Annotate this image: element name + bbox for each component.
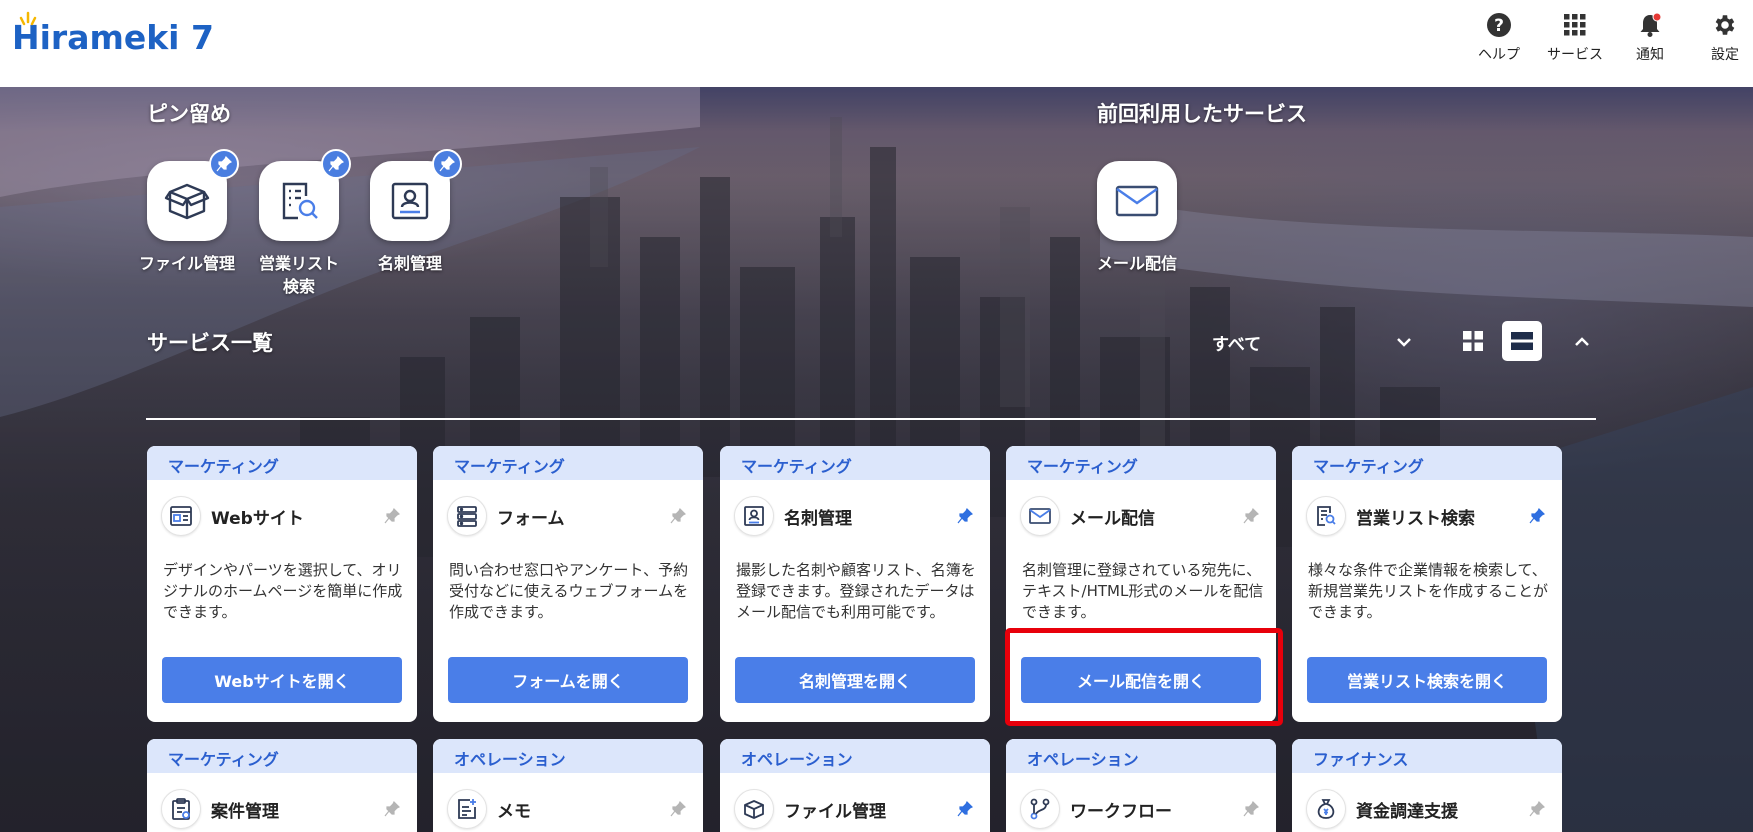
card-category: オペレーション (720, 739, 990, 773)
pinned-file-management[interactable] (147, 149, 239, 241)
card-title: フォーム (497, 508, 565, 529)
help-label: ヘルプ (1478, 47, 1520, 63)
gear-icon (1711, 12, 1739, 38)
list-search-icon (1306, 496, 1346, 536)
service-card: ファイナンス 資金調達支援 (1292, 739, 1562, 832)
pin-icon[interactable] (667, 505, 689, 527)
notifications-button[interactable]: 通知 (1617, 12, 1683, 64)
pinned-sales-list-search[interactable] (259, 149, 351, 241)
open-form-button[interactable]: フォームを開く (448, 657, 688, 703)
box-icon (164, 183, 210, 220)
mail-icon (1020, 496, 1060, 536)
service-card: オペレーション ファイル管理 (720, 739, 990, 832)
service-card: マーケティング 案件管理 (147, 739, 417, 832)
card-title: メール配信 (1070, 508, 1155, 529)
card-category: マーケティング (147, 739, 417, 773)
list-search-icon (282, 182, 318, 220)
card-category: マーケティング (147, 446, 417, 480)
grid-icon (1561, 12, 1589, 38)
top-header: Hirameki 7 ? ヘルプ サービス 通知 設定 (0, 0, 1753, 87)
card-category: マーケティング (720, 446, 990, 480)
pinned-title: ピン留め (147, 102, 231, 126)
services-label: サービス (1547, 47, 1603, 63)
services-button[interactable]: サービス (1542, 12, 1608, 64)
hero-background: ピン留め 前回利用したサービス ファイル管理 営業リスト 検索 名刺管理 メール… (0, 87, 1753, 832)
service-card: オペレーション ワークフロー (1006, 739, 1276, 832)
recent-label: メール配信 (1096, 254, 1177, 273)
pinned-label: ファイル管理 (138, 254, 235, 273)
sun-icon (19, 11, 37, 26)
pin-icon[interactable] (381, 798, 403, 820)
recent-title: 前回利用したサービス (1097, 102, 1307, 126)
settings-button[interactable]: 設定 (1692, 12, 1753, 64)
business-card-icon (391, 182, 429, 220)
pin-icon[interactable] (381, 505, 403, 527)
card-title: 営業リスト検索 (1356, 508, 1475, 529)
card-title: 名刺管理 (784, 508, 852, 529)
card-title: Webサイト (211, 508, 304, 529)
recent-mail-delivery[interactable] (1097, 161, 1177, 241)
pin-icon[interactable] (1240, 798, 1262, 820)
memo-icon (447, 789, 487, 829)
mail-icon (1115, 185, 1159, 217)
pin-icon[interactable] (209, 149, 239, 179)
chevron-up-icon[interactable] (1570, 330, 1594, 354)
grid-view-icon[interactable] (1459, 327, 1487, 355)
bell-icon (1636, 12, 1664, 38)
card-category: マーケティング (1292, 446, 1562, 480)
pin-icon[interactable] (432, 149, 462, 179)
card-title: メモ (497, 801, 531, 822)
money-bag-icon (1306, 789, 1346, 829)
service-card: マーケティング 営業リスト検索 様々な条件で企業情報を検索して、新規営業先リスト… (1292, 446, 1562, 722)
pinned-business-card[interactable] (370, 149, 462, 241)
svg-text:?: ? (1494, 16, 1504, 36)
pin-icon[interactable] (954, 798, 976, 820)
pin-icon[interactable] (954, 505, 976, 527)
open-business-card-button[interactable]: 名刺管理を開く (735, 657, 975, 703)
card-category: マーケティング (433, 446, 703, 480)
service-card: マーケティング Webサイト デザインやパーツを選択して、オリジナルのホームペー… (147, 446, 417, 722)
service-card: マーケティング フォーム 問い合わせ窓口やアンケート、予約受付などに使えるウェブ… (433, 446, 703, 722)
notifications-label: 通知 (1636, 47, 1664, 63)
help-icon: ? (1485, 12, 1513, 38)
card-title: ファイル管理 (784, 801, 886, 822)
business-card-icon (734, 496, 774, 536)
clipboard-icon (161, 789, 201, 829)
pin-icon[interactable] (321, 149, 351, 179)
card-description: デザインやパーツを選択して、オリジナルのホームページを簡単に作成できます。 (163, 561, 403, 621)
highlight-box (1005, 628, 1283, 726)
workflow-icon (1020, 789, 1060, 829)
card-description: 問い合わせ窓口やアンケート、予約受付などに使えるウェブフォームを作成できます。 (449, 561, 689, 621)
card-category: オペレーション (1006, 739, 1276, 773)
card-title: 案件管理 (211, 801, 279, 822)
card-title: ワークフロー (1070, 801, 1172, 822)
card-title: 資金調達支援 (1356, 801, 1458, 822)
help-button[interactable]: ? ヘルプ (1466, 12, 1532, 64)
services-title: サービス一覧 (147, 331, 273, 355)
form-icon (447, 496, 487, 536)
card-description: 名刺管理に登録されている宛先に、テキスト/HTML形式のメールを配信できます。 (1022, 561, 1264, 621)
pinned-label: 名刺管理 (377, 254, 442, 273)
card-category: ファイナンス (1292, 739, 1562, 773)
service-card: オペレーション メモ (433, 739, 703, 832)
section-divider (146, 418, 1596, 420)
pin-icon[interactable] (667, 798, 689, 820)
website-icon (161, 496, 201, 536)
list-view-icon[interactable] (1502, 321, 1542, 361)
pin-icon[interactable] (1240, 505, 1262, 527)
chevron-down-icon[interactable] (1392, 330, 1416, 354)
settings-label: 設定 (1711, 47, 1739, 63)
card-description: 様々な条件で企業情報を検索して、新規営業先リストを作成することができます。 (1308, 561, 1549, 621)
pin-icon[interactable] (1526, 798, 1548, 820)
service-card: マーケティング 名刺管理 撮影した名刺や顧客リスト、名簿を登録できます。登録され… (720, 446, 990, 722)
open-website-button[interactable]: Webサイトを開く (162, 657, 402, 703)
category-filter[interactable]: すべて (1212, 330, 1261, 355)
card-description: 撮影した名刺や顧客リスト、名簿を登録できます。登録されたデータはメール配信でも利… (736, 561, 976, 621)
card-category: オペレーション (433, 739, 703, 773)
box-icon (734, 789, 774, 829)
pin-icon[interactable] (1526, 505, 1548, 527)
card-category: マーケティング (1006, 446, 1276, 480)
open-sales-list-button[interactable]: 営業リスト検索を開く (1307, 657, 1547, 703)
logo[interactable]: Hirameki 7 (12, 11, 214, 62)
